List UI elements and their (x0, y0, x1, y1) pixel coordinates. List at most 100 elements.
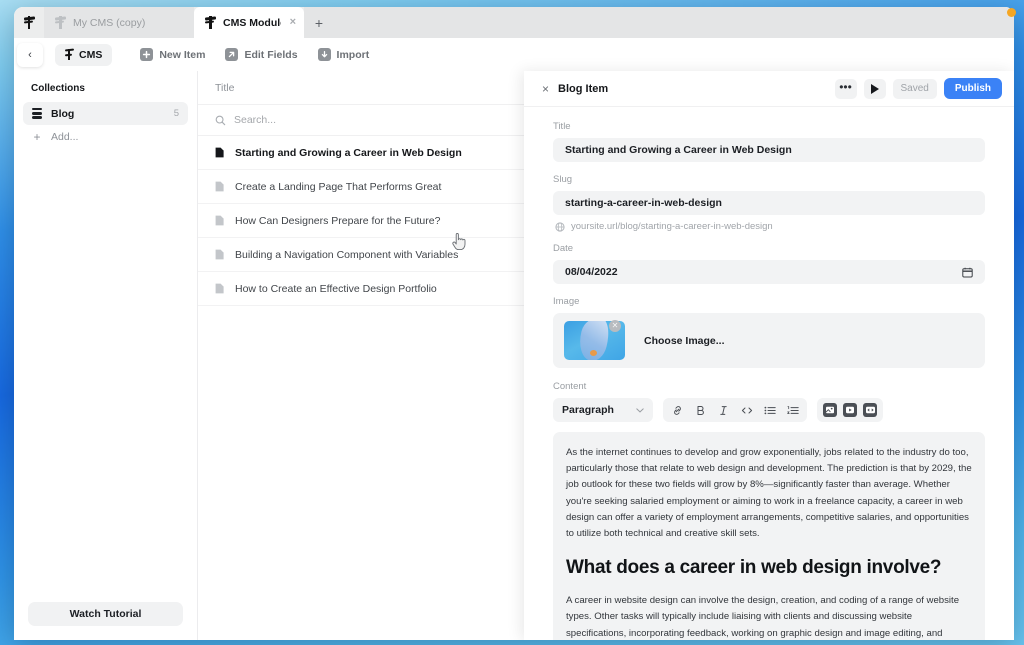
sidebar-item-label: Blog (51, 108, 74, 120)
arrow-up-right-icon (225, 48, 238, 61)
code-icon[interactable] (739, 403, 754, 418)
list-item-title: How to Create an Effective Design Portfo… (235, 283, 437, 295)
import-button[interactable]: Import (318, 48, 370, 61)
thumbnail-accent (590, 350, 597, 356)
framer-logo-icon (65, 49, 74, 60)
detail-panel-title: Blog Item (558, 83, 608, 95)
search-placeholder: Search... (234, 114, 276, 126)
sidebar-item-blog[interactable]: Blog 5 (23, 102, 188, 125)
format-tool-group (663, 398, 807, 422)
search-icon (215, 115, 226, 126)
content-paragraph: A career in website design can involve t… (566, 593, 972, 640)
slug-url-hint: yoursite.url/blog/starting-a-career-in-w… (555, 221, 985, 232)
document-icon (215, 181, 224, 192)
new-tab-button[interactable]: + (304, 7, 334, 38)
sidebar-item-count: 5 (174, 108, 179, 119)
title-field-label: Title (553, 121, 985, 132)
bold-icon[interactable] (693, 403, 708, 418)
tab-favicon-icon (55, 16, 66, 29)
tab-cms-module-copy[interactable]: CMS Module (copy × (194, 7, 304, 38)
editor-toolbar: Paragraph (553, 398, 985, 422)
cms-breadcrumb-badge[interactable]: CMS (55, 44, 112, 66)
arrow-down-icon (318, 48, 331, 61)
content-paragraph: As the internet continues to develop and… (566, 445, 972, 542)
close-icon[interactable]: × (288, 15, 298, 30)
list-item-title: Starting and Growing a Career in Web Des… (235, 147, 462, 159)
insert-video-icon[interactable] (843, 403, 857, 417)
collections-sidebar: Collections Blog 5 + Add... Watch Tutori… (14, 71, 198, 640)
list-item-title: Building a Navigation Component with Var… (235, 249, 458, 261)
new-item-label: New Item (159, 49, 205, 61)
choose-image-label: Choose Image... (644, 335, 725, 347)
app-window: My CMS (copy) CMS Module (copy × + ‹ CMS… (14, 7, 1014, 640)
document-icon (215, 283, 224, 294)
close-icon[interactable]: × (542, 83, 549, 95)
database-icon (32, 108, 42, 119)
edit-fields-button[interactable]: Edit Fields (225, 48, 297, 61)
cms-badge-label: CMS (79, 49, 102, 61)
chevron-down-icon (636, 406, 644, 415)
date-field-value: 08/04/2022 (565, 266, 618, 278)
insert-image-icon[interactable] (823, 403, 837, 417)
tab-my-cms-copy[interactable]: My CMS (copy) (44, 7, 194, 38)
content-area: Collections Blog 5 + Add... Watch Tutori… (14, 71, 1014, 640)
plus-icon (140, 48, 153, 61)
insert-embed-icon[interactable] (863, 403, 877, 417)
link-icon[interactable] (670, 403, 685, 418)
image-field[interactable]: ✕ Choose Image... (553, 313, 985, 368)
tab-favicon-icon (205, 16, 216, 29)
detail-panel-header: × Blog Item ••• Saved Publish (524, 71, 1014, 107)
content-heading: What does a career in web design involve… (566, 556, 972, 580)
tab-bar-filler (334, 7, 1014, 38)
window-status-dot (1007, 8, 1016, 17)
edit-fields-label: Edit Fields (244, 49, 297, 61)
globe-icon (555, 222, 565, 232)
toolbar-actions: New Item Edit Fields Import (140, 48, 369, 61)
play-icon (871, 84, 879, 94)
plus-icon: + (32, 130, 42, 144)
block-type-select[interactable]: Paragraph (553, 398, 653, 422)
title-field[interactable]: Starting and Growing a Career in Web Des… (553, 138, 985, 162)
calendar-icon[interactable] (962, 267, 973, 278)
framer-logo-icon (24, 16, 35, 29)
date-field[interactable]: 08/04/2022 (553, 260, 985, 284)
image-field-label: Image (553, 296, 985, 307)
preview-button[interactable] (864, 79, 886, 99)
app-logo (14, 7, 44, 38)
back-button[interactable]: ‹ (17, 43, 43, 67)
list-item-title: How Can Designers Prepare for the Future… (235, 215, 440, 227)
document-icon (215, 249, 224, 260)
block-type-value: Paragraph (562, 404, 614, 416)
detail-panel-body: Title Starting and Growing a Career in W… (524, 107, 1014, 640)
list-item-title: Create a Landing Page That Performs Grea… (235, 181, 441, 193)
embed-tool-group (817, 398, 883, 422)
more-options-button[interactable]: ••• (835, 79, 857, 99)
blog-item-detail-panel: × Blog Item ••• Saved Publish Title Star… (524, 71, 1014, 640)
app-toolbar: ‹ CMS New Item Edit Fields (14, 38, 1014, 71)
tab-label: CMS Module (copy (223, 17, 281, 29)
new-item-button[interactable]: New Item (140, 48, 205, 61)
italic-icon[interactable] (716, 403, 731, 418)
numbered-list-icon[interactable] (785, 403, 800, 418)
watch-tutorial-button[interactable]: Watch Tutorial (28, 602, 183, 626)
slug-url-text: yoursite.url/blog/starting-a-career-in-w… (571, 221, 773, 232)
import-label: Import (337, 49, 370, 61)
status-badge: Saved (893, 79, 937, 99)
document-icon (215, 215, 224, 226)
publish-button[interactable]: Publish (944, 78, 1002, 99)
sidebar-item-label: Add... (51, 131, 78, 143)
bullet-list-icon[interactable] (762, 403, 777, 418)
tab-label: My CMS (copy) (73, 17, 145, 29)
browser-tab-bar: My CMS (copy) CMS Module (copy × + (14, 7, 1014, 38)
slug-field[interactable]: starting-a-career-in-web-design (553, 191, 985, 215)
sidebar-item-add[interactable]: + Add... (23, 125, 188, 148)
content-field-label: Content (553, 381, 985, 392)
detail-header-actions: ••• Saved Publish (835, 78, 1002, 99)
document-icon (215, 147, 224, 158)
date-field-label: Date (553, 243, 985, 254)
ellipsis-icon: ••• (839, 87, 852, 90)
remove-image-icon[interactable]: ✕ (609, 320, 621, 332)
slug-field-label: Slug (553, 174, 985, 185)
sidebar-title: Collections (14, 78, 197, 102)
content-editor-preview[interactable]: As the internet continues to develop and… (553, 432, 985, 640)
